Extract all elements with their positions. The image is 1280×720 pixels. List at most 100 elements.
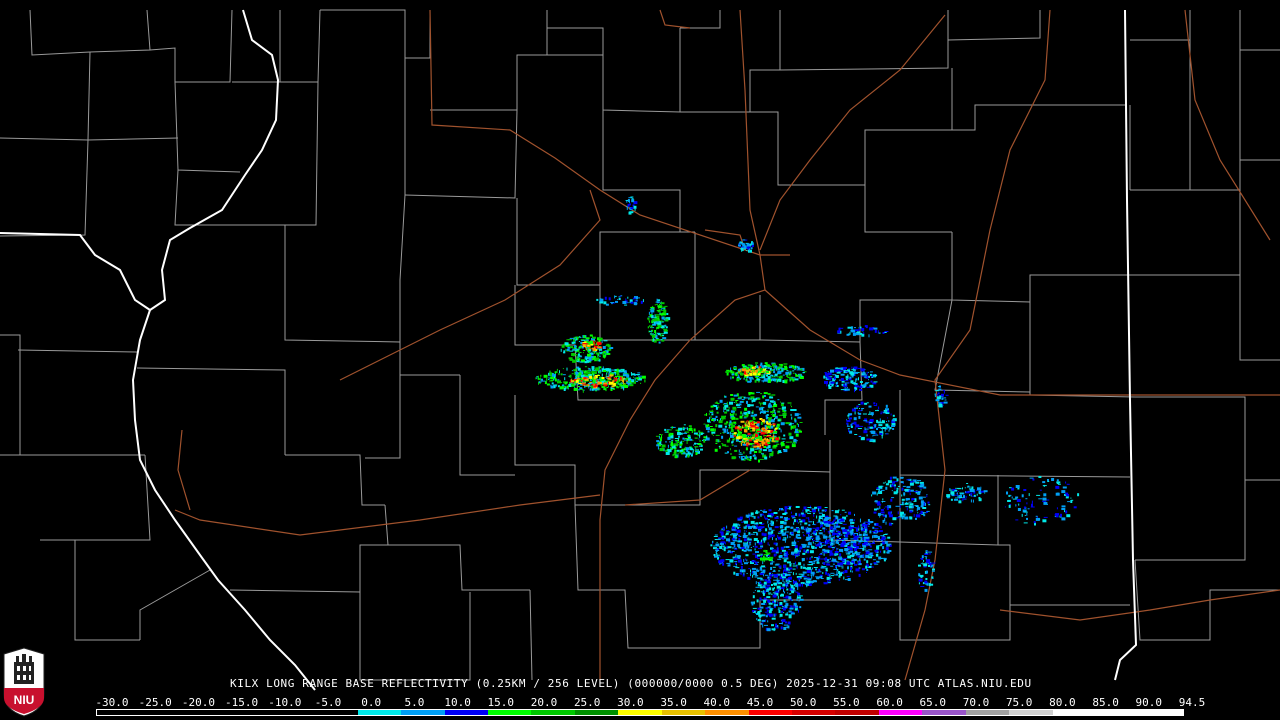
- echo-pixel: [919, 574, 924, 577]
- echo-pixel: [1061, 508, 1066, 510]
- echo-pixel: [846, 422, 849, 425]
- echo-pixel: [721, 435, 724, 439]
- echo-pixel: [889, 476, 892, 480]
- echo-pixel: [819, 521, 823, 523]
- echo-pixel: [782, 557, 786, 559]
- echo-pixel: [956, 487, 961, 489]
- echo-pixel: [875, 375, 878, 376]
- echo-pixel: [581, 370, 584, 372]
- echo-pixel: [709, 426, 713, 427]
- echo-pixel: [865, 521, 869, 523]
- echo-pixel: [776, 379, 778, 382]
- echo-pixel: [777, 535, 779, 538]
- echo-pixel: [848, 429, 850, 433]
- echo-pixel: [733, 571, 736, 575]
- echo-pixel: [588, 358, 592, 362]
- echo-pixel: [951, 491, 954, 495]
- echo-pixel: [792, 370, 795, 372]
- echo-pixel: [661, 316, 665, 320]
- echo-pixel: [848, 511, 852, 515]
- echo-pixel: [597, 346, 602, 348]
- echo-pixel: [622, 379, 625, 383]
- echo-pixel: [739, 426, 742, 429]
- echo-pixel: [699, 434, 701, 438]
- echo-pixel: [849, 527, 851, 531]
- echo-pixel: [746, 420, 749, 422]
- echo-pixel: [741, 521, 744, 523]
- echo-pixel: [816, 561, 820, 564]
- echo-pixel: [782, 374, 785, 376]
- echo-pixel: [753, 445, 757, 448]
- echo-pixel: [769, 396, 774, 399]
- echo-pixel: [880, 413, 883, 415]
- echo-pixel: [779, 613, 783, 617]
- echo-pixel: [737, 406, 742, 408]
- echo-pixel: [897, 485, 900, 487]
- echo-pixel: [665, 441, 667, 443]
- echo-pixel: [650, 325, 653, 328]
- echo-pixel: [589, 375, 593, 379]
- echo-pixel: [754, 548, 756, 551]
- echo-pixel: [926, 494, 928, 496]
- echo-pixel: [774, 431, 776, 433]
- echo-pixel: [573, 387, 578, 391]
- echo-pixel: [549, 372, 553, 376]
- echo-pixel: [752, 574, 754, 578]
- echo-pixel: [750, 569, 751, 573]
- echo-pixel: [596, 298, 599, 301]
- echo-pixel: [850, 567, 852, 571]
- echo-pixel: [764, 611, 768, 613]
- echo-pixel: [771, 547, 774, 549]
- echo-pixel: [619, 375, 620, 379]
- echo-pixel: [760, 393, 763, 395]
- echo-pixel: [854, 389, 855, 393]
- echo-pixel: [810, 571, 815, 575]
- echo-pixel: [826, 383, 828, 387]
- echo-pixel: [869, 530, 872, 534]
- echo-pixel: [745, 379, 747, 382]
- echo-pixel: [587, 383, 591, 385]
- echo-pixel: [792, 541, 797, 545]
- echo-pixel: [850, 570, 852, 573]
- echo-pixel: [774, 427, 778, 430]
- echo-pixel: [928, 565, 930, 567]
- echo-pixel: [657, 305, 659, 309]
- echo-pixel: [575, 339, 578, 341]
- echo-pixel: [738, 456, 740, 457]
- echo-pixel: [580, 346, 582, 349]
- echo-pixel: [855, 378, 858, 381]
- echo-pixel: [756, 378, 761, 381]
- echo-pixel: [816, 538, 821, 540]
- echo-pixel: [738, 547, 742, 549]
- echo-pixel: [924, 580, 928, 584]
- echo-pixel: [706, 435, 708, 439]
- echo-pixel: [755, 434, 758, 438]
- colorbar-tick: -5.0: [314, 696, 342, 709]
- echo-pixel: [936, 393, 938, 396]
- echo-pixel: [630, 301, 634, 304]
- echo-pixel: [759, 443, 761, 444]
- echo-pixel: [740, 442, 742, 446]
- echo-pixel: [765, 429, 768, 432]
- echo-pixel: [825, 571, 828, 575]
- echo-pixel: [783, 449, 785, 450]
- echo-pixel: [772, 587, 775, 591]
- echo-pixel: [740, 565, 743, 569]
- echo-pixel: [798, 573, 803, 575]
- echo-pixel: [750, 512, 754, 516]
- echo-pixel: [769, 608, 774, 610]
- colorbar-segment: [227, 710, 271, 715]
- echo-pixel: [1036, 494, 1041, 496]
- echo-pixel: [812, 534, 815, 536]
- echo-pixel: [568, 357, 573, 360]
- echo-pixel: [584, 366, 587, 368]
- echo-pixel: [938, 388, 942, 391]
- echo-pixel: [721, 545, 723, 547]
- echo-pixel: [896, 517, 900, 519]
- echo-pixel: [786, 573, 791, 576]
- echo-pixel: [540, 374, 542, 377]
- echo-pixel: [780, 403, 784, 407]
- echo-pixel: [568, 375, 570, 377]
- echo-pixel: [900, 476, 904, 479]
- echo-pixel: [762, 558, 766, 561]
